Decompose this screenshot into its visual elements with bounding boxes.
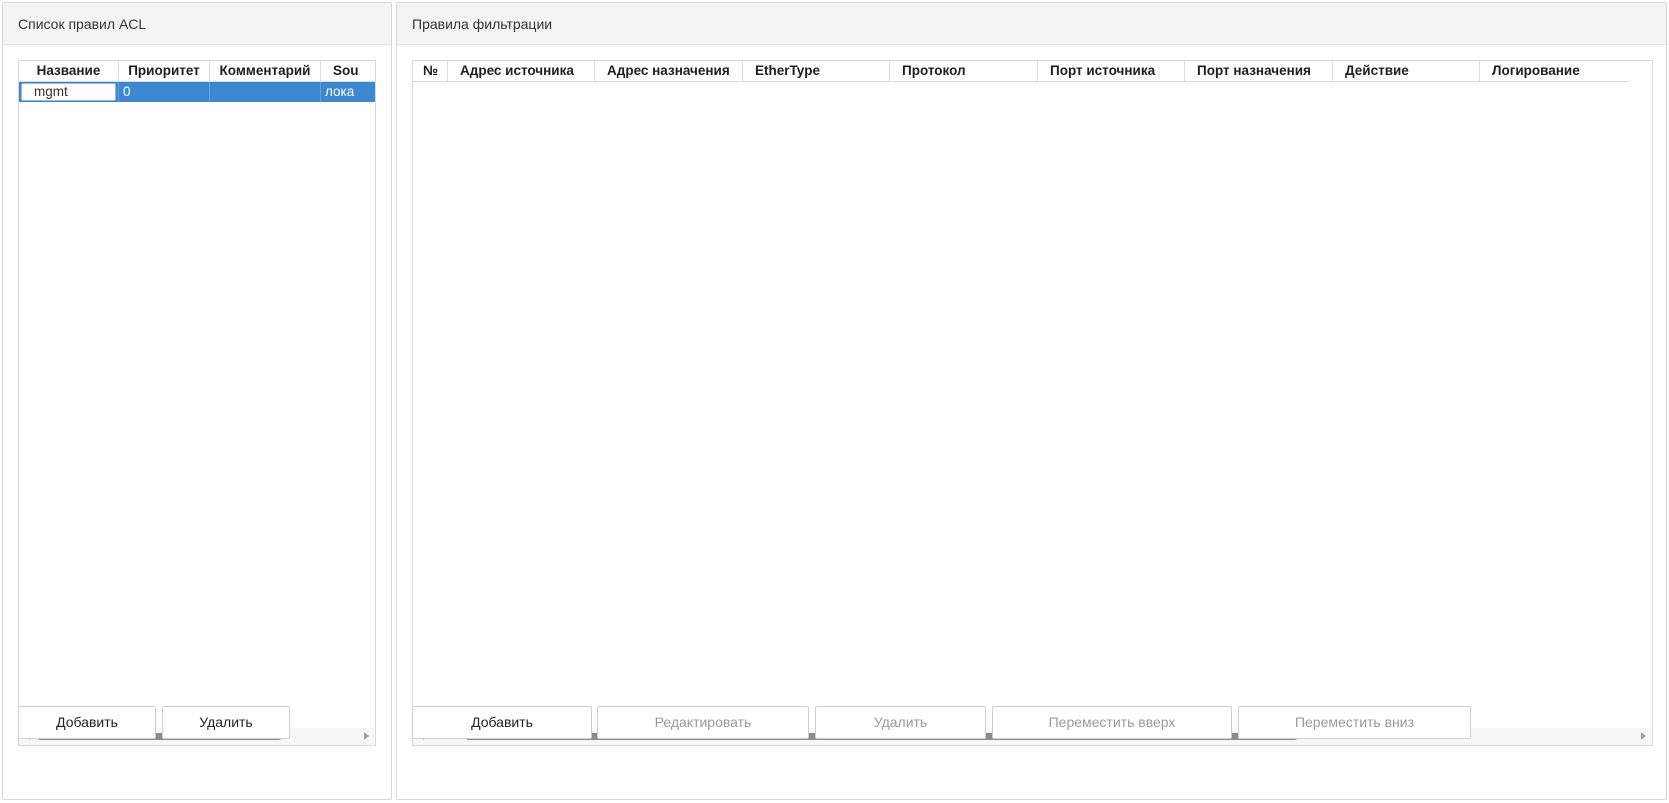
- acl-delete-button[interactable]: Удалить: [162, 706, 290, 739]
- filter-rules-panel: Правила фильтрации № Адрес источника Адр…: [396, 2, 1667, 800]
- column-header-destination-port[interactable]: Порт назначения: [1185, 61, 1333, 81]
- table-row[interactable]: mgmt 0 лока: [19, 82, 375, 102]
- move-up-button[interactable]: Переместить вверх: [992, 706, 1232, 739]
- filter-delete-button[interactable]: Удалить: [815, 706, 986, 739]
- filter-rules-panel-title: Правила фильтрации: [397, 3, 1666, 45]
- column-header-source-address[interactable]: Адрес источника: [448, 61, 595, 81]
- column-header-action[interactable]: Действие: [1333, 61, 1480, 81]
- column-header-logging[interactable]: Логирование: [1480, 61, 1628, 81]
- column-header-comment[interactable]: Комментарий: [210, 61, 321, 81]
- scroll-right-icon[interactable]: [1641, 732, 1646, 740]
- column-header-protocol[interactable]: Протокол: [890, 61, 1038, 81]
- filter-edit-button[interactable]: Редактировать: [597, 706, 809, 739]
- column-header-number[interactable]: №: [413, 61, 448, 81]
- column-header-destination-address[interactable]: Адрес назначения: [595, 61, 743, 81]
- acl-grid-header: Название Приоритет Комментарий Sou: [19, 61, 375, 82]
- filter-rules-grid: № Адрес источника Адрес назначения Ether…: [412, 60, 1653, 746]
- cell-name[interactable]: mgmt: [19, 82, 119, 102]
- cell-comment: [210, 82, 321, 102]
- acl-add-button[interactable]: Добавить: [18, 706, 156, 739]
- acl-list-panel-title: Список правил ACL: [3, 3, 391, 45]
- column-header-priority[interactable]: Приоритет: [119, 61, 210, 81]
- cell-source: лока: [325, 84, 355, 99]
- filter-add-button[interactable]: Добавить: [412, 706, 592, 739]
- column-header-ethertype[interactable]: EtherType: [743, 61, 890, 81]
- filter-grid-header: № Адрес источника Адрес назначения Ether…: [413, 61, 1628, 82]
- name-cell-editor[interactable]: mgmt: [21, 83, 116, 101]
- scroll-right-icon[interactable]: [364, 732, 369, 740]
- column-header-name[interactable]: Название: [19, 61, 119, 81]
- move-down-button[interactable]: Переместить вниз: [1238, 706, 1471, 739]
- cell-priority: 0: [119, 82, 210, 102]
- acl-list-grid: Название Приоритет Комментарий Sou mgmt …: [18, 60, 376, 746]
- column-header-source-port[interactable]: Порт источника: [1038, 61, 1185, 81]
- acl-list-panel: Список правил ACL Название Приоритет Ком…: [2, 2, 392, 800]
- column-header-source[interactable]: Sou: [321, 61, 375, 81]
